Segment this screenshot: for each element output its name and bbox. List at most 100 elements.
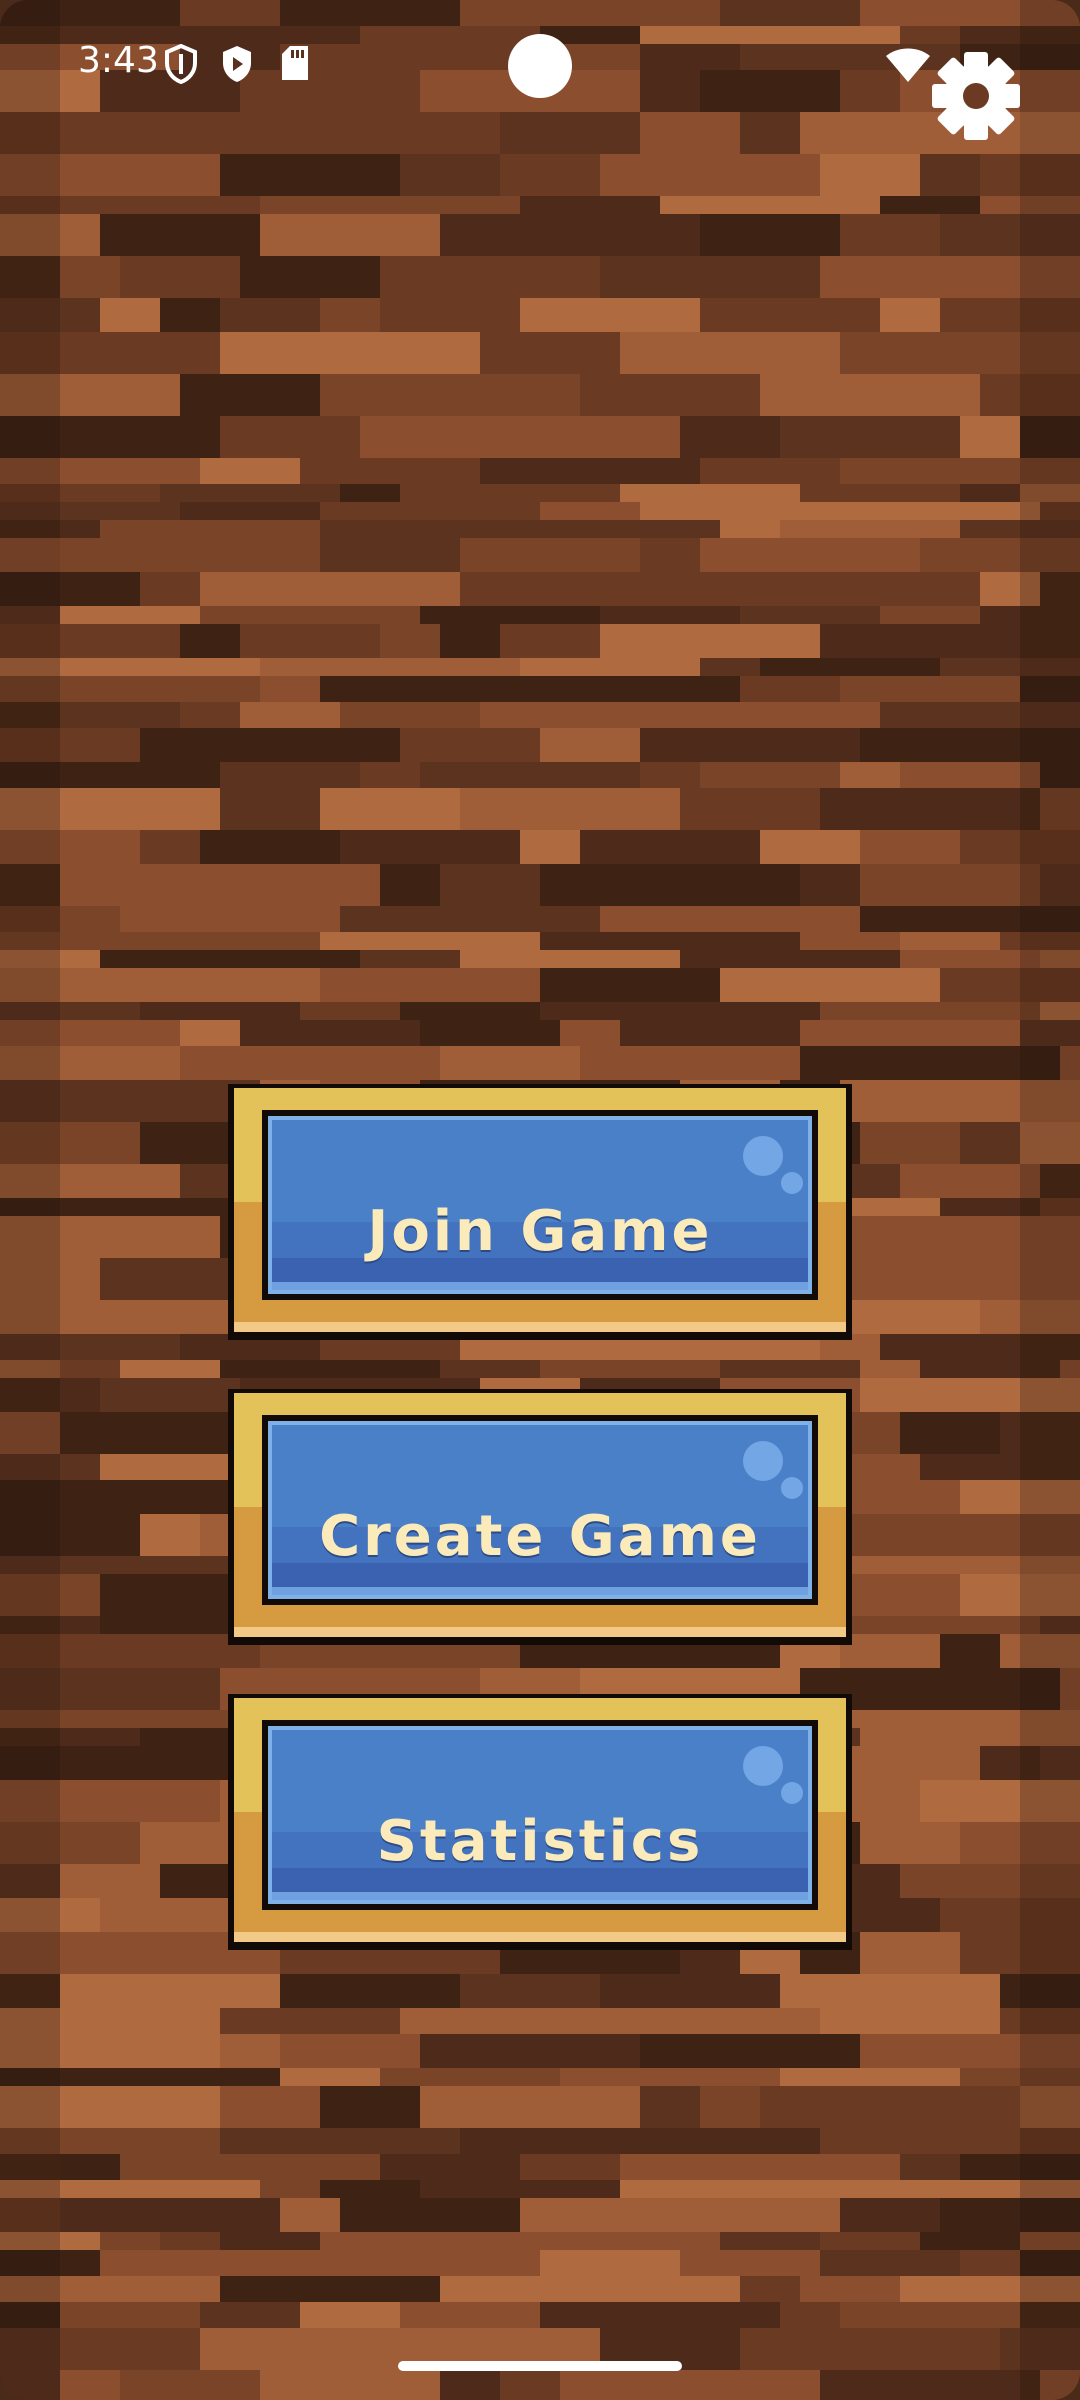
- wood-plank: [380, 2154, 520, 2180]
- wood-plank: [100, 214, 200, 256]
- wood-plank: [60, 1864, 160, 1898]
- wood-plank: [100, 2232, 160, 2250]
- wood-plank: [820, 2008, 1000, 2034]
- wood-plank: [380, 256, 600, 298]
- wood-plank: [800, 1020, 1020, 1046]
- wood-plank: [780, 1974, 1000, 2008]
- wood-plank: [600, 1974, 780, 2008]
- join-game-label: Join Game: [367, 1199, 713, 1264]
- wood-plank: [480, 458, 700, 484]
- wood-plank: [620, 332, 840, 374]
- wood-plank: [860, 1122, 960, 1164]
- wood-plank: [960, 1122, 1020, 1164]
- wood-plank: [340, 702, 480, 728]
- settings-button[interactable]: [926, 46, 1026, 146]
- wood-plank: [100, 458, 200, 484]
- wood-plank: [560, 2370, 820, 2400]
- wood-plank: [440, 1360, 540, 1378]
- wood-plank: [200, 830, 340, 864]
- wood-plank: [760, 1002, 820, 1020]
- wood-plank: [580, 1046, 800, 1080]
- wood-plank: [360, 2250, 540, 2276]
- wood-plank: [260, 2370, 440, 2400]
- wood-plank: [560, 2068, 780, 2086]
- wood-plank: [820, 2232, 920, 2250]
- wood-plank: [900, 502, 1040, 520]
- wood-plank: [800, 2276, 900, 2302]
- wood-plank: [600, 154, 820, 196]
- wood-plank: [300, 458, 480, 484]
- wood-plank: [200, 458, 300, 484]
- wood-plank: [320, 502, 540, 520]
- wood-plank: [460, 950, 680, 968]
- wood-plank: [720, 1360, 860, 1378]
- wood-plank: [780, 2068, 960, 2086]
- join-game-button[interactable]: Join Game: [226, 1082, 854, 1342]
- wood-plank: [100, 520, 320, 538]
- wood-plank: [320, 2086, 420, 2128]
- wood-plank: [100, 2250, 360, 2276]
- wood-plank: [400, 154, 500, 196]
- wood-plank: [180, 374, 320, 416]
- wood-plank: [880, 1002, 980, 1020]
- wood-plank: [320, 374, 580, 416]
- wood-plank: [620, 416, 680, 458]
- wood-plank: [100, 968, 320, 1002]
- wood-plank: [760, 2086, 1020, 2128]
- wood-plank: [180, 502, 320, 520]
- shield-play-icon: [223, 46, 251, 82]
- wood-plank: [100, 1378, 240, 1412]
- wood-plank: [840, 1634, 940, 1668]
- wood-plank: [60, 256, 120, 298]
- wood-plank: [220, 154, 400, 196]
- wood-plank: [440, 214, 700, 256]
- wood-plank: [180, 1020, 240, 1046]
- edge-shade: [1020, 0, 1080, 2400]
- create-game-button[interactable]: Create Game: [226, 1387, 854, 1647]
- wood-plank: [640, 502, 900, 520]
- wood-plank: [260, 214, 440, 256]
- wood-plank: [400, 2302, 540, 2328]
- wood-plank: [180, 702, 240, 728]
- wood-plank: [500, 2370, 560, 2400]
- wood-plank: [540, 2302, 680, 2328]
- wood-plank: [200, 572, 460, 606]
- wood-plank: [60, 864, 120, 906]
- wood-plank: [320, 298, 380, 332]
- game-main-menu-screen: 3:43 Join Game Create Game Statistics: [0, 0, 1080, 2400]
- wood-plank: [720, 2154, 900, 2180]
- wood-plank: [380, 298, 520, 332]
- wood-plank: [120, 864, 380, 906]
- wood-plank: [840, 214, 940, 256]
- wood-plank: [600, 624, 820, 658]
- wood-plank: [340, 484, 400, 502]
- wood-plank: [620, 1020, 800, 1046]
- wood-plank: [900, 2154, 960, 2180]
- wood-plank: [740, 606, 880, 624]
- statistics-button[interactable]: Statistics: [226, 1692, 854, 1952]
- wood-plank: [860, 484, 960, 502]
- wood-plank: [240, 702, 340, 728]
- wood-plank: [600, 256, 820, 298]
- wood-plank: [880, 298, 940, 332]
- wood-plank: [60, 906, 120, 932]
- wood-plank: [660, 196, 880, 214]
- wood-plank: [220, 2086, 320, 2128]
- wood-plank: [500, 154, 600, 196]
- wood-plank: [860, 1360, 920, 1378]
- wood-plank: [760, 658, 940, 676]
- wood-plank: [60, 2198, 280, 2232]
- wood-plank: [460, 572, 720, 606]
- wood-plank: [920, 2232, 1020, 2250]
- wood-plank: [680, 950, 900, 968]
- wood-plank: [600, 606, 740, 624]
- home-indicator[interactable]: [398, 2361, 682, 2371]
- wifi-icon: [886, 48, 930, 82]
- wood-plank: [300, 1002, 400, 1020]
- wood-plank: [520, 298, 700, 332]
- wood-plank: [140, 830, 200, 864]
- wood-plank: [700, 538, 920, 572]
- wood-plank: [540, 2250, 680, 2276]
- wood-plank: [940, 214, 1000, 256]
- wood-plank: [860, 1932, 960, 1974]
